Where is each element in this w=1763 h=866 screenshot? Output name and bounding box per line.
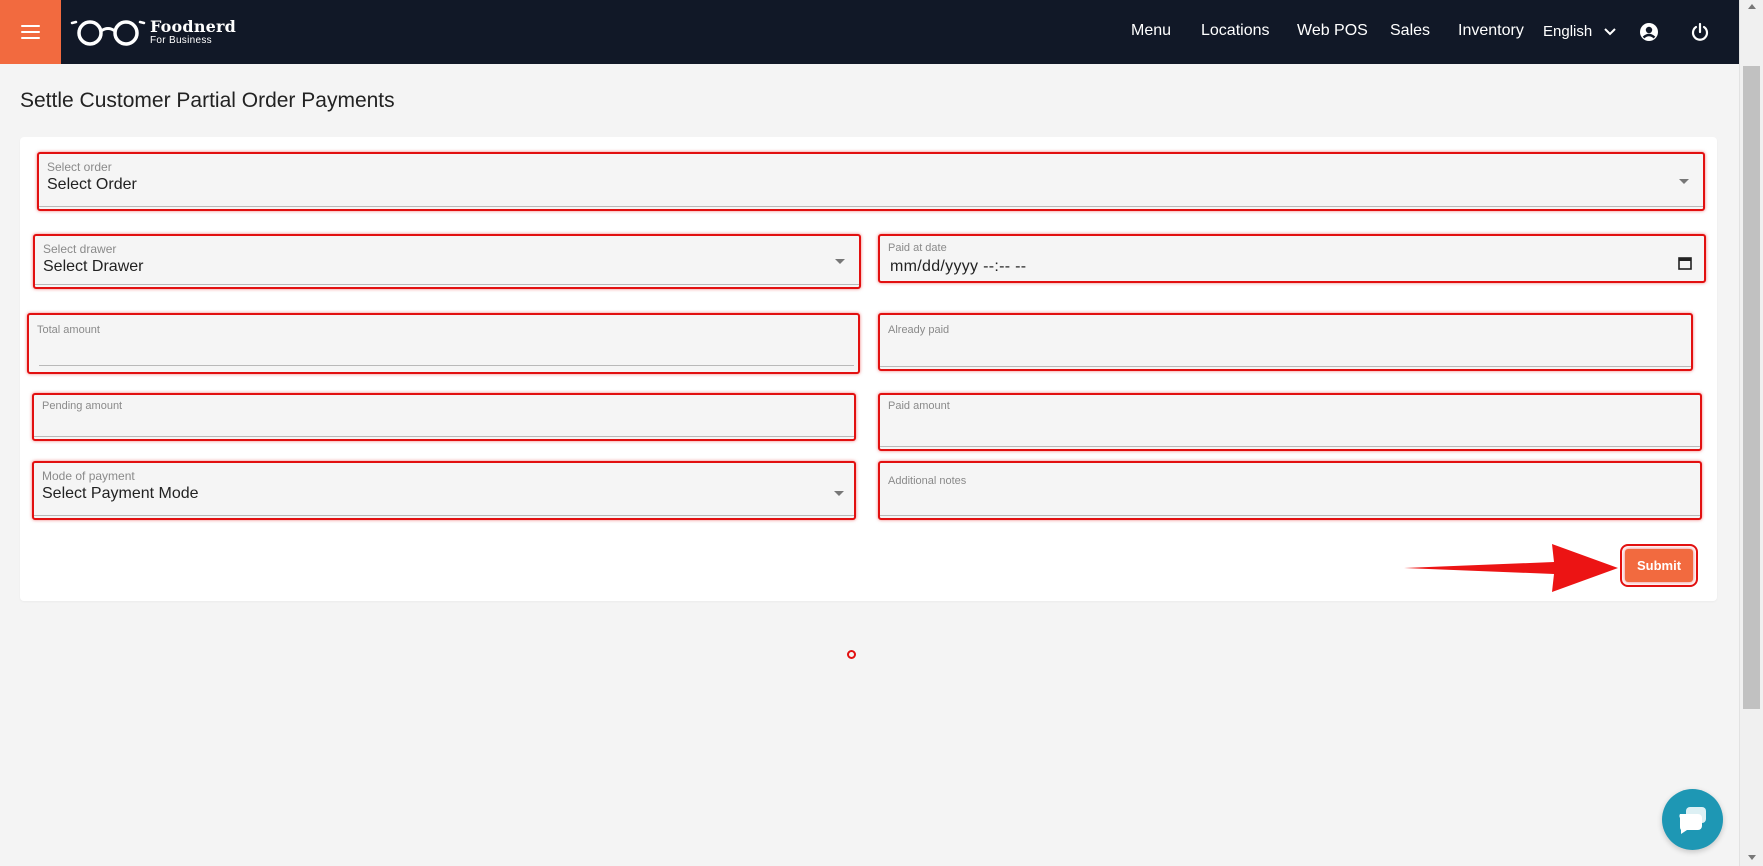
chat-widget-button[interactable] [1662,789,1723,850]
total-amount-field[interactable]: Total amount [27,313,860,374]
select-order-value: Select Order [47,176,137,193]
field-underline [880,446,1700,447]
field-underline [34,436,854,437]
field-underline [880,366,1691,367]
paid-at-date-label: Paid at date [888,242,947,254]
page-scrollbar[interactable] [1739,0,1763,866]
nav-web-pos[interactable]: Web POS [1297,22,1368,40]
scroll-thumb[interactable] [1743,66,1760,709]
select-drawer-label: Select drawer [43,242,117,256]
dropdown-arrow-icon [834,491,844,496]
field-underline [39,206,1703,207]
select-drawer-dropdown[interactable]: Select drawer Select Drawer [33,234,861,289]
language-select[interactable]: English [1543,23,1616,40]
field-underline [880,515,1700,516]
paid-amount-label: Paid amount [888,400,950,412]
brand-logo[interactable]: Foodnerd For Business [70,16,236,48]
brand-name: Foodnerd [150,16,237,36]
additional-notes-label: Additional notes [888,475,967,487]
select-order-dropdown[interactable]: Select order Select Order [37,152,1705,211]
brand-subtitle: For Business [150,34,212,46]
field-underline [39,365,854,366]
additional-notes-field[interactable]: Additional notes [878,461,1702,520]
dropdown-arrow-icon [1679,179,1689,184]
chat-bubble-icon [1678,806,1706,834]
field-underline [34,515,854,516]
scroll-up-icon[interactable] [1748,4,1756,9]
dropdown-arrow-icon [835,259,845,264]
language-label: English [1543,23,1593,40]
menu-icon [21,25,40,39]
field-underline [35,284,859,285]
nav-inventory[interactable]: Inventory [1458,22,1524,40]
power-icon[interactable] [1690,22,1710,42]
scroll-down-icon[interactable] [1748,855,1756,860]
click-marker [847,650,856,659]
nav-sales[interactable]: Sales [1390,22,1430,40]
already-paid-label: Already paid [888,324,950,336]
select-drawer-value: Select Drawer [43,258,144,275]
submit-button[interactable]: Submit [1620,544,1698,587]
glasses-logo-icon [70,20,146,46]
select-order-label: Select order [47,160,112,174]
payment-mode-label: Mode of payment [42,469,135,483]
payment-mode-value: Select Payment Mode [42,485,199,502]
paid-at-date-value: mm/dd/yyyy --:-- -- [890,258,1027,275]
pending-amount-field[interactable]: Pending amount [32,393,856,441]
pending-amount-label: Pending amount [42,400,123,412]
menu-toggle-button[interactable] [0,0,61,64]
calendar-icon[interactable] [1678,256,1692,270]
account-icon[interactable] [1639,22,1659,42]
nav-locations[interactable]: Locations [1201,22,1270,40]
nav-menu[interactable]: Menu [1131,22,1171,40]
annotation-arrow-icon [1404,544,1618,592]
paid-amount-field[interactable]: Paid amount [878,393,1702,451]
payment-mode-dropdown[interactable]: Mode of payment Select Payment Mode [32,461,856,520]
top-navbar: Foodnerd For Business Menu Locations Web… [0,0,1739,64]
chevron-down-icon [1604,27,1616,35]
paid-at-date-input[interactable]: Paid at date mm/dd/yyyy --:-- -- [878,234,1706,283]
brand-text: Foodnerd For Business [150,16,237,46]
total-amount-label: Total amount [37,324,100,336]
already-paid-field[interactable]: Already paid [878,313,1693,371]
page-title: Settle Customer Partial Order Payments [20,89,395,112]
